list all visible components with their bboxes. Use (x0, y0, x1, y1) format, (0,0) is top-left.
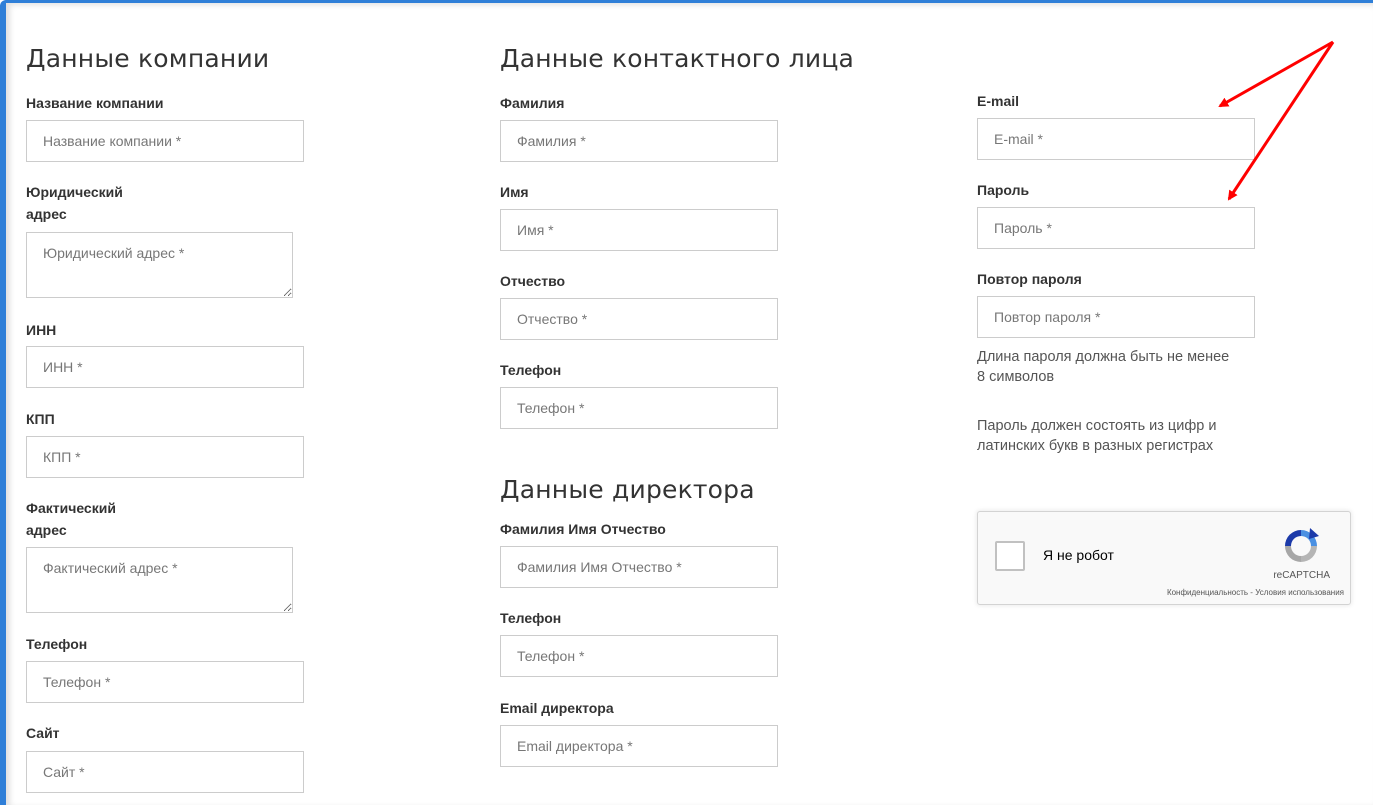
company-section-title: Данные компании (26, 44, 270, 73)
recaptcha-checkbox[interactable] (995, 541, 1025, 571)
inn-label: ИНН (26, 322, 57, 338)
kpp-input[interactable] (26, 436, 304, 478)
legal-address-label: Юридический адрес (26, 184, 123, 222)
email-input[interactable] (977, 118, 1255, 160)
last-name-input[interactable] (500, 120, 778, 162)
director-fullname-input[interactable] (500, 546, 778, 588)
email-label: E-mail (977, 93, 1020, 109)
password-repeat-input[interactable] (977, 296, 1255, 338)
middle-name-input[interactable] (500, 298, 778, 340)
first-name-input[interactable] (500, 209, 778, 251)
middle-name-label: Отчество (500, 273, 566, 289)
company-phone-label: Телефон (26, 636, 88, 652)
password-repeat-label: Повтор пароля (977, 271, 1082, 287)
last-name-label: Фамилия (500, 95, 565, 111)
password-chars-hint: Пароль должен состоять из цифр и латинск… (977, 418, 1217, 454)
legal-address-textarea[interactable] (26, 232, 293, 298)
director-section-title: Данные директора (500, 475, 755, 504)
recaptcha-logo-icon (1285, 528, 1319, 562)
contact-phone-label: Телефон (500, 362, 562, 378)
recaptcha-widget: Я не робот reCAPTCHA Конфиденциальность … (977, 511, 1351, 605)
website-input[interactable] (26, 751, 304, 793)
inn-input[interactable] (26, 346, 304, 388)
password-input[interactable] (977, 207, 1255, 249)
actual-address-label: Фактический адрес (26, 500, 116, 538)
kpp-label: КПП (26, 411, 55, 427)
website-label: Сайт (26, 725, 60, 741)
contact-phone-input[interactable] (500, 387, 778, 429)
password-length-hint: Длина пароля должна быть не менее 8 симв… (977, 349, 1230, 385)
director-fullname-label: Фамилия Имя Отчество (500, 521, 666, 537)
company-name-input[interactable] (26, 120, 304, 162)
recaptcha-brand: reCAPTCHA (1273, 570, 1330, 581)
recaptcha-label: Я не робот (1043, 547, 1114, 563)
recaptcha-links[interactable]: Конфиденциальность - Условия использован… (1167, 588, 1344, 597)
password-label: Пароль (977, 182, 1030, 198)
first-name-label: Имя (500, 184, 529, 200)
director-email-input[interactable] (500, 725, 778, 767)
company-phone-input[interactable] (26, 661, 304, 703)
contact-section-title: Данные контактного лица (500, 44, 855, 73)
actual-address-textarea[interactable] (26, 547, 293, 613)
company-name-label: Название компании (26, 95, 164, 111)
director-phone-input[interactable] (500, 635, 778, 677)
director-email-label: Email директора (500, 700, 614, 716)
director-phone-label: Телефон (500, 610, 562, 626)
